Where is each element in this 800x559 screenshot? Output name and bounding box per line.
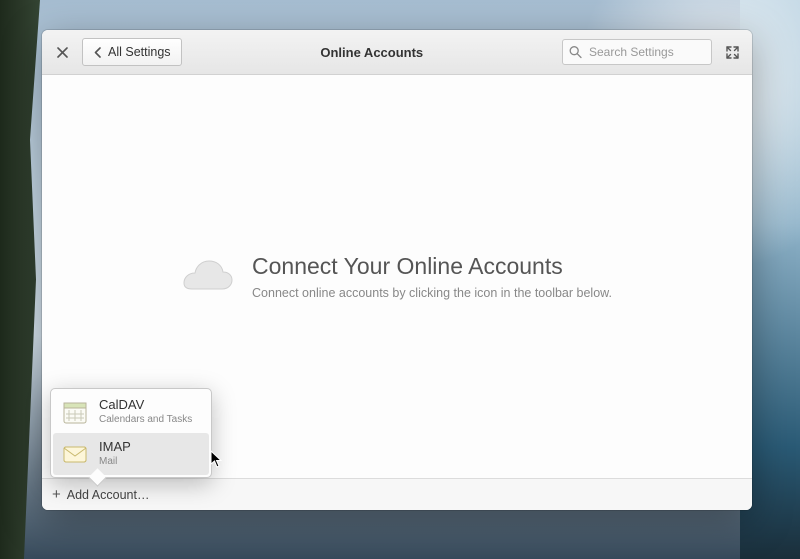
bottom-toolbar: + Add Account… bbox=[42, 478, 752, 510]
mail-icon bbox=[61, 440, 89, 468]
empty-state-text: Connect Your Online Accounts Connect onl… bbox=[252, 253, 612, 300]
popover-item-text: IMAP Mail bbox=[99, 440, 131, 467]
close-icon bbox=[57, 47, 68, 58]
popover-item-sublabel: Mail bbox=[99, 456, 131, 468]
add-account-label: Add Account… bbox=[67, 488, 150, 502]
expand-icon bbox=[726, 46, 739, 59]
plus-icon: + bbox=[52, 487, 61, 502]
popover-item-label: IMAP bbox=[99, 440, 131, 454]
search-icon bbox=[569, 46, 582, 59]
empty-subtext: Connect online accounts by clicking the … bbox=[252, 286, 612, 300]
empty-state: Connect Your Online Accounts Connect onl… bbox=[182, 253, 612, 300]
settings-window: All Settings Online Accounts Connect Yo bbox=[42, 30, 752, 510]
titlebar: All Settings Online Accounts bbox=[42, 30, 752, 75]
empty-heading: Connect Your Online Accounts bbox=[252, 253, 612, 280]
cloud-icon bbox=[182, 259, 234, 295]
close-button[interactable] bbox=[50, 40, 74, 64]
popover-item-imap[interactable]: IMAP Mail bbox=[53, 433, 209, 475]
window-title: Online Accounts bbox=[190, 45, 554, 60]
popover-item-sublabel: Calendars and Tasks bbox=[99, 414, 192, 426]
popover-item-label: CalDAV bbox=[99, 398, 192, 412]
back-arrow-icon bbox=[93, 47, 104, 58]
search-field-wrap bbox=[562, 39, 712, 65]
maximize-button[interactable] bbox=[720, 40, 744, 64]
add-account-popover: CalDAV Calendars and Tasks IMAP Mail bbox=[50, 388, 212, 478]
calendar-icon bbox=[61, 398, 89, 426]
search-input[interactable] bbox=[562, 39, 712, 65]
all-settings-label: All Settings bbox=[108, 45, 171, 59]
popover-item-text: CalDAV Calendars and Tasks bbox=[99, 398, 192, 425]
add-account-button[interactable]: + Add Account… bbox=[46, 482, 159, 508]
popover-item-caldav[interactable]: CalDAV Calendars and Tasks bbox=[53, 391, 209, 433]
wallpaper-cliff bbox=[0, 0, 40, 559]
all-settings-button[interactable]: All Settings bbox=[82, 38, 182, 66]
